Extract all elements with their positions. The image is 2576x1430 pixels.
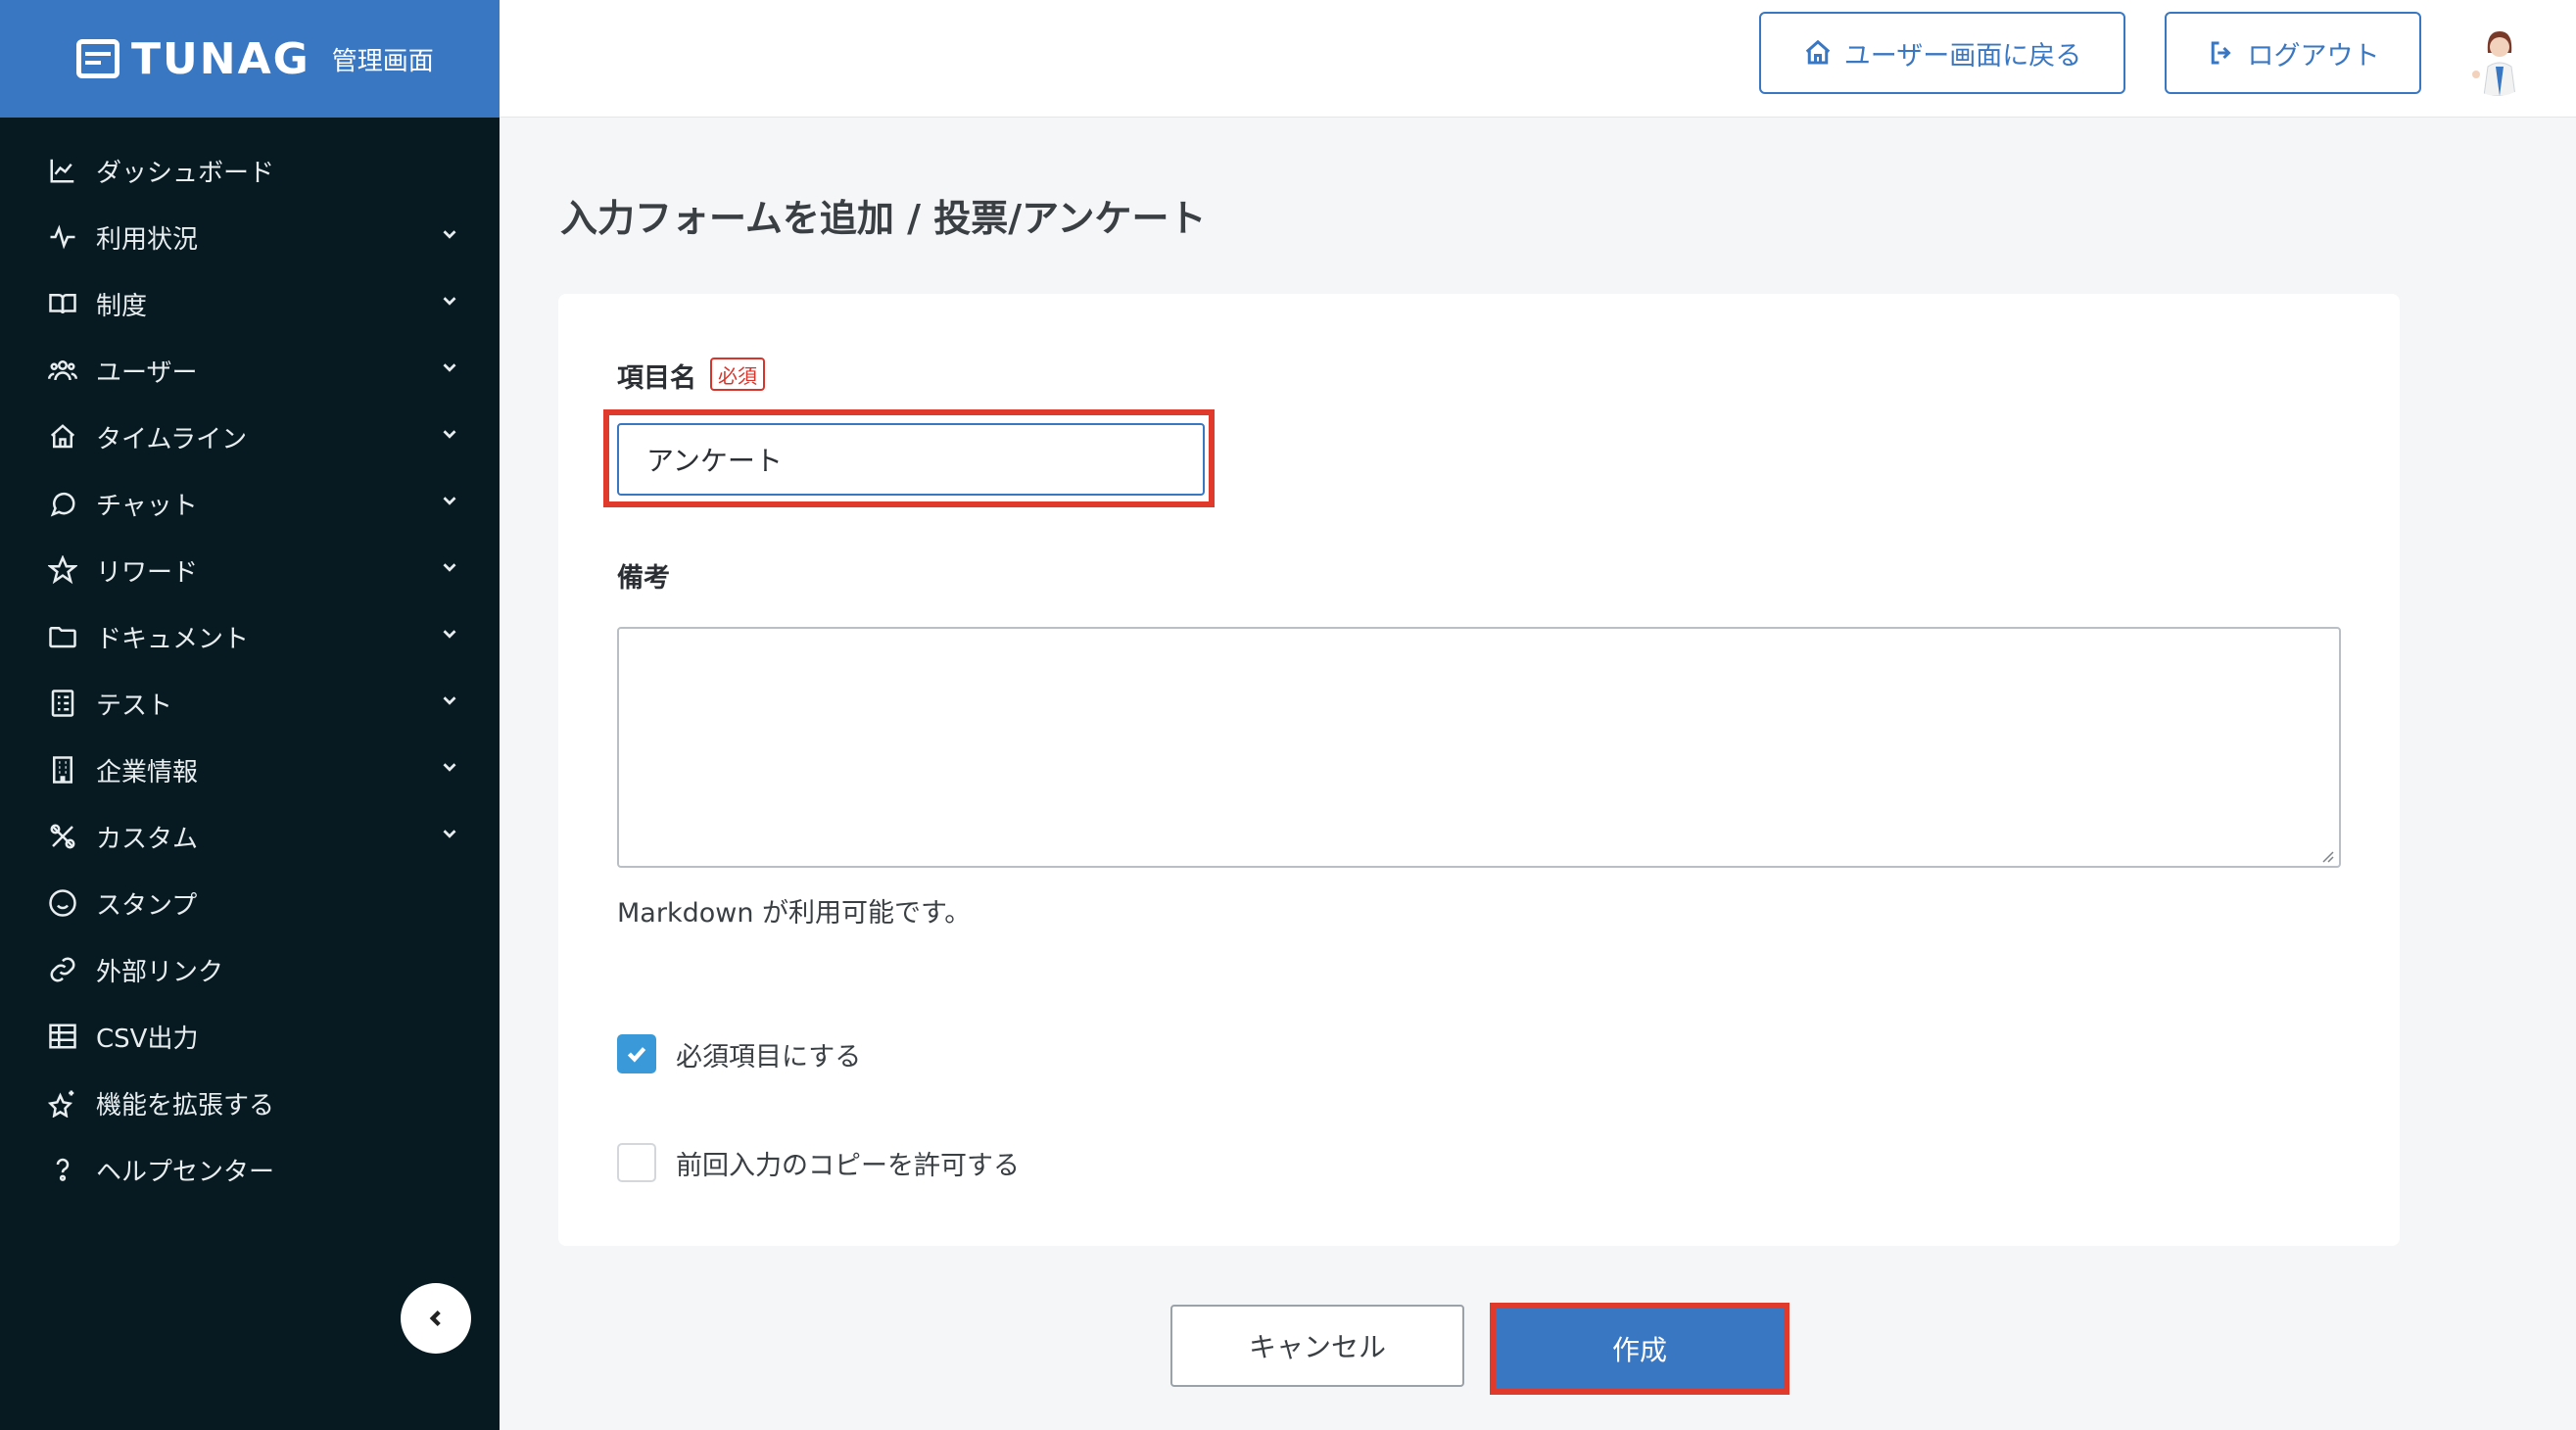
item-name-label: 項目名 <box>617 363 696 394</box>
sidebar-item-external-link[interactable]: 外部リンク <box>0 936 500 1003</box>
required-checkbox-row[interactable]: 必須項目にする <box>617 1034 861 1073</box>
help-icon <box>47 1154 78 1185</box>
back-to-user-screen-button[interactable]: ユーザー画面に戻る <box>1759 12 2125 94</box>
chevron-down-icon <box>439 222 460 252</box>
sidebar-item-label: 利用状況 <box>96 224 199 255</box>
chevron-down-icon <box>439 622 460 651</box>
collapse-sidebar-button[interactable] <box>401 1283 471 1354</box>
brand-subtitle: 管理画面 <box>331 46 434 76</box>
star-icon <box>47 554 78 586</box>
user-avatar-icon <box>2458 18 2537 96</box>
smile-icon <box>47 887 78 919</box>
brand-name: TUNAG <box>131 33 310 84</box>
home-icon <box>47 421 78 453</box>
link-icon <box>47 954 78 985</box>
chart-line-icon <box>47 155 78 186</box>
chevron-down-icon <box>439 822 460 851</box>
sidebar-item-label: ダッシュボード <box>96 158 275 188</box>
chevron-down-icon <box>439 356 460 385</box>
tunag-logo-icon <box>76 39 119 78</box>
brand-header[interactable]: TUNAG 管理画面 <box>0 0 500 118</box>
sidebar-item-users[interactable]: ユーザー <box>0 337 500 404</box>
chat-bubble-icon <box>47 488 78 519</box>
item-name-input[interactable] <box>617 423 1205 496</box>
sidebar-item-extend[interactable]: 機能を拡張する <box>0 1070 500 1136</box>
sidebar-item-test[interactable]: テスト <box>0 670 500 737</box>
chevron-down-icon <box>439 755 460 785</box>
sidebar-item-document[interactable]: ドキュメント <box>0 603 500 670</box>
sidebar-item-label: 外部リンク <box>96 957 224 987</box>
table-icon <box>47 1021 78 1052</box>
notes-label: 備考 <box>617 563 670 594</box>
checkmark-icon <box>627 1047 646 1063</box>
chevron-down-icon <box>439 422 460 452</box>
copy-checkbox-row[interactable]: 前回入力のコピーを許可する <box>617 1143 1020 1182</box>
resize-grip-icon[interactable] <box>2319 848 2335 864</box>
folder-icon <box>47 621 78 652</box>
notes-textarea[interactable] <box>617 627 2341 868</box>
sidebar-item-label: ヘルプセンター <box>96 1157 275 1187</box>
required-checkbox[interactable] <box>617 1034 656 1073</box>
sidebar-item-label: テスト <box>96 691 173 721</box>
sidebar-item-label: CSV出力 <box>96 1024 199 1054</box>
cancel-button[interactable]: キャンセル <box>1170 1305 1464 1387</box>
sidebar: TUNAG 管理画面 ダッシュボード 利用状況 制度 ユーザー タイムライン チ… <box>0 0 500 1430</box>
sidebar-item-label: 機能を拡張する <box>96 1090 275 1120</box>
sidebar-item-chat[interactable]: チャット <box>0 470 500 537</box>
chevron-down-icon <box>439 489 460 518</box>
chevron-left-icon <box>429 1310 441 1327</box>
sidebar-item-label: 企業情報 <box>96 757 199 787</box>
sidebar-item-custom[interactable]: カスタム <box>0 803 500 870</box>
checklist-icon <box>47 688 78 719</box>
sidebar-item-usage[interactable]: 利用状況 <box>0 204 500 270</box>
sidebar-item-company[interactable]: 企業情報 <box>0 737 500 803</box>
sidebar-item-system[interactable]: 制度 <box>0 270 500 337</box>
logout-icon <box>2211 41 2231 65</box>
book-open-icon <box>47 288 78 319</box>
markdown-hint: Markdown が利用可能です。 <box>617 898 972 929</box>
sparkle-star-icon <box>47 1087 78 1119</box>
allow-copy-checkbox-label: 前回入力のコピーを許可する <box>676 1150 1020 1181</box>
allow-copy-checkbox[interactable] <box>617 1143 656 1182</box>
home-icon <box>1805 39 1831 65</box>
sidebar-item-stamp[interactable]: スタンプ <box>0 870 500 936</box>
sidebar-item-label: チャット <box>96 491 198 521</box>
sidebar-item-label: ユーザー <box>96 358 198 388</box>
sidebar-nav: ダッシュボード 利用状況 制度 ユーザー タイムライン チャット リワード ドキ… <box>0 137 500 1203</box>
page-title: 入力フォームを追加 / 投票/アンケート <box>560 197 1207 240</box>
sidebar-item-label: カスタム <box>96 824 199 854</box>
logout-button[interactable]: ログアウト <box>2165 12 2421 94</box>
avatar[interactable] <box>2458 18 2537 96</box>
activity-icon <box>47 221 78 253</box>
sidebar-item-dashboard[interactable]: ダッシュボード <box>0 137 500 204</box>
back-to-user-screen-label: ユーザー画面に戻る <box>1843 40 2082 72</box>
sidebar-item-label: リワード <box>96 557 199 588</box>
required-checkbox-label: 必須項目にする <box>676 1041 862 1072</box>
users-icon <box>47 355 78 386</box>
chevron-down-icon <box>439 689 460 718</box>
top-header: ユーザー画面に戻る ログアウト <box>500 0 2576 118</box>
sidebar-item-label: 制度 <box>96 291 148 321</box>
chevron-down-icon <box>439 555 460 585</box>
sidebar-item-csv-export[interactable]: CSV出力 <box>0 1003 500 1070</box>
sidebar-item-label: ドキュメント <box>96 624 250 654</box>
building-icon <box>47 754 78 786</box>
sidebar-item-help[interactable]: ヘルプセンター <box>0 1136 500 1203</box>
sidebar-item-reward[interactable]: リワード <box>0 537 500 603</box>
tools-icon <box>47 821 78 852</box>
create-button[interactable]: 作成 <box>1496 1309 1784 1389</box>
sidebar-item-label: タイムライン <box>96 424 248 454</box>
required-badge: 必須 <box>710 358 765 391</box>
sidebar-item-label: スタンプ <box>96 890 198 921</box>
chevron-down-icon <box>439 289 460 318</box>
logout-label: ログアウト <box>2247 40 2380 72</box>
sidebar-item-timeline[interactable]: タイムライン <box>0 404 500 470</box>
